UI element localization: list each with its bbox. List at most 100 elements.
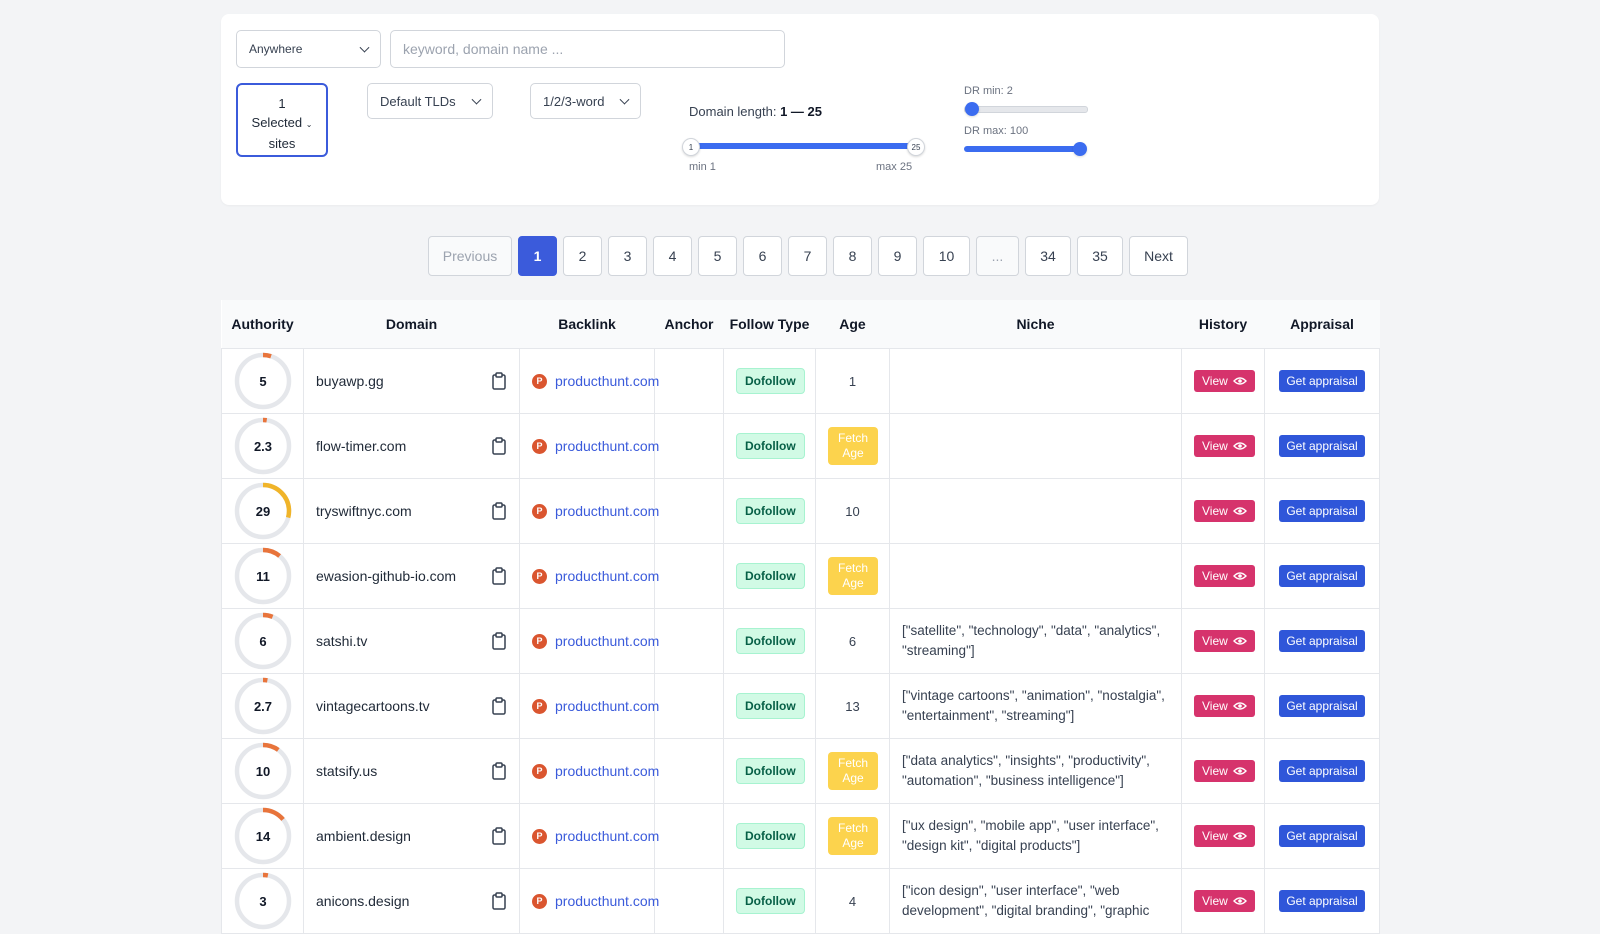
length-min-handle[interactable]: 1 <box>682 138 700 156</box>
get-appraisal-button[interactable]: Get appraisal <box>1279 890 1365 912</box>
clipboard-icon[interactable] <box>491 502 507 520</box>
anchor-cell <box>654 413 724 479</box>
page-5-button[interactable]: 5 <box>698 236 737 276</box>
age-value: 10 <box>845 503 860 519</box>
history-cell: View <box>1181 868 1265 934</box>
fetch-age-button[interactable]: Fetch Age <box>828 427 878 465</box>
follow-type-cell: Dofollow <box>723 543 816 609</box>
view-history-button[interactable]: View <box>1194 890 1255 912</box>
selected-sites-dropdown[interactable]: 1 Selected ⌄ sites <box>236 83 328 157</box>
get-appraisal-button[interactable]: Get appraisal <box>1279 435 1365 457</box>
producthunt-icon: P <box>532 633 547 649</box>
length-fill <box>691 143 915 149</box>
dr-min-track[interactable] <box>964 106 1088 113</box>
view-history-button[interactable]: View <box>1194 500 1255 522</box>
follow-type-badge: Dofollow <box>736 693 805 719</box>
niche-text: ["icon design", "user interface", "web d… <box>902 883 1150 918</box>
page-3-button[interactable]: 3 <box>608 236 647 276</box>
clipboard-icon[interactable] <box>491 892 507 910</box>
clipboard-icon[interactable] <box>491 567 507 585</box>
clipboard-icon[interactable] <box>491 632 507 650</box>
backlink-link[interactable]: producthunt.com <box>555 568 659 584</box>
view-history-button[interactable]: View <box>1194 565 1255 587</box>
authority-value: 14 <box>255 828 271 844</box>
view-history-button[interactable]: View <box>1194 370 1255 392</box>
anchor-cell <box>654 803 724 869</box>
view-history-button[interactable]: View <box>1194 695 1255 717</box>
domain-cell: vintagecartoons.tv <box>303 673 520 739</box>
get-appraisal-button[interactable]: Get appraisal <box>1279 825 1365 847</box>
anchor-cell <box>654 543 724 609</box>
get-appraisal-button[interactable]: Get appraisal <box>1279 565 1365 587</box>
page-8-button[interactable]: 8 <box>833 236 872 276</box>
backlink-link[interactable]: producthunt.com <box>555 373 659 389</box>
authority-value: 29 <box>255 503 271 519</box>
page-34-button[interactable]: 34 <box>1025 236 1071 276</box>
header-follow-type: Follow Type <box>723 300 816 349</box>
backlink-link[interactable]: producthunt.com <box>555 763 659 779</box>
word-count-select[interactable]: 1/2/3-word <box>530 83 641 119</box>
backlink-link[interactable]: producthunt.com <box>555 893 659 909</box>
domain-name: buyawp.gg <box>316 373 384 389</box>
page-1-button[interactable]: 1 <box>518 236 557 276</box>
anchor-cell <box>654 738 724 804</box>
authority-cell: 10 <box>221 738 304 804</box>
backlink-link[interactable]: producthunt.com <box>555 438 659 454</box>
clipboard-icon[interactable] <box>491 437 507 455</box>
niche-cell <box>889 348 1182 414</box>
get-appraisal-button[interactable]: Get appraisal <box>1279 760 1365 782</box>
get-appraisal-button[interactable]: Get appraisal <box>1279 500 1365 522</box>
backlink-link[interactable]: producthunt.com <box>555 503 659 519</box>
backlink-cell: P producthunt.com <box>519 413 659 479</box>
domain-name: flow-timer.com <box>316 438 407 454</box>
anchor-cell <box>654 348 724 414</box>
eye-icon <box>1232 572 1247 580</box>
clipboard-icon[interactable] <box>491 762 507 780</box>
backlinks-table: Authority Domain Backlink Anchor Follow Type… <box>221 300 1380 934</box>
view-history-button[interactable]: View <box>1194 760 1255 782</box>
previous-button[interactable]: Previous <box>428 236 512 276</box>
fetch-age-button[interactable]: Fetch Age <box>828 752 878 790</box>
niche-cell <box>889 478 1182 544</box>
get-appraisal-button[interactable]: Get appraisal <box>1279 630 1365 652</box>
dr-min-handle[interactable] <box>965 102 979 116</box>
page-9-button[interactable]: 9 <box>878 236 917 276</box>
table-row: 10 statsify.us P producthunt.com Dofollo… <box>221 738 1380 804</box>
clipboard-icon[interactable] <box>491 827 507 845</box>
dr-max-track[interactable] <box>964 146 1082 152</box>
dr-min-label: DR min: 2 <box>964 85 1013 97</box>
search-input[interactable] <box>390 30 785 68</box>
view-history-button[interactable]: View <box>1194 630 1255 652</box>
sites-line2: sites <box>268 136 296 151</box>
page-35-button[interactable]: 35 <box>1077 236 1123 276</box>
backlink-link[interactable]: producthunt.com <box>555 698 659 714</box>
appraisal-cell: Get appraisal <box>1264 738 1380 804</box>
table-row: 14 ambient.design P producthunt.com Dofo… <box>221 803 1380 869</box>
length-max-handle[interactable]: 25 <box>907 138 925 156</box>
page-7-button[interactable]: 7 <box>788 236 827 276</box>
view-history-button[interactable]: View <box>1194 825 1255 847</box>
get-appraisal-button[interactable]: Get appraisal <box>1279 370 1365 392</box>
next-button[interactable]: Next <box>1129 236 1188 276</box>
view-history-button[interactable]: View <box>1194 435 1255 457</box>
fetch-age-button[interactable]: Fetch Age <box>828 557 878 595</box>
header-backlink: Backlink <box>519 300 655 349</box>
backlink-cell: P producthunt.com <box>519 803 659 869</box>
age-cell: Fetch Age <box>815 543 890 609</box>
clipboard-icon[interactable] <box>491 372 507 390</box>
table-row: 5 buyawp.gg P producthunt.com Dofollow 1 <box>221 348 1380 414</box>
history-cell: View <box>1181 608 1265 674</box>
location-select[interactable]: Anywhere <box>236 30 381 68</box>
tlds-select[interactable]: Default TLDs <box>367 83 493 119</box>
page-6-button[interactable]: 6 <box>743 236 782 276</box>
page-10-button[interactable]: 10 <box>923 236 970 276</box>
backlink-link[interactable]: producthunt.com <box>555 633 659 649</box>
fetch-age-button[interactable]: Fetch Age <box>828 817 878 855</box>
get-appraisal-button[interactable]: Get appraisal <box>1279 695 1365 717</box>
domain-cell: flow-timer.com <box>303 413 520 479</box>
dr-max-handle[interactable] <box>1073 142 1087 156</box>
clipboard-icon[interactable] <box>491 697 507 715</box>
backlink-link[interactable]: producthunt.com <box>555 828 659 844</box>
page-2-button[interactable]: 2 <box>563 236 602 276</box>
page-4-button[interactable]: 4 <box>653 236 692 276</box>
